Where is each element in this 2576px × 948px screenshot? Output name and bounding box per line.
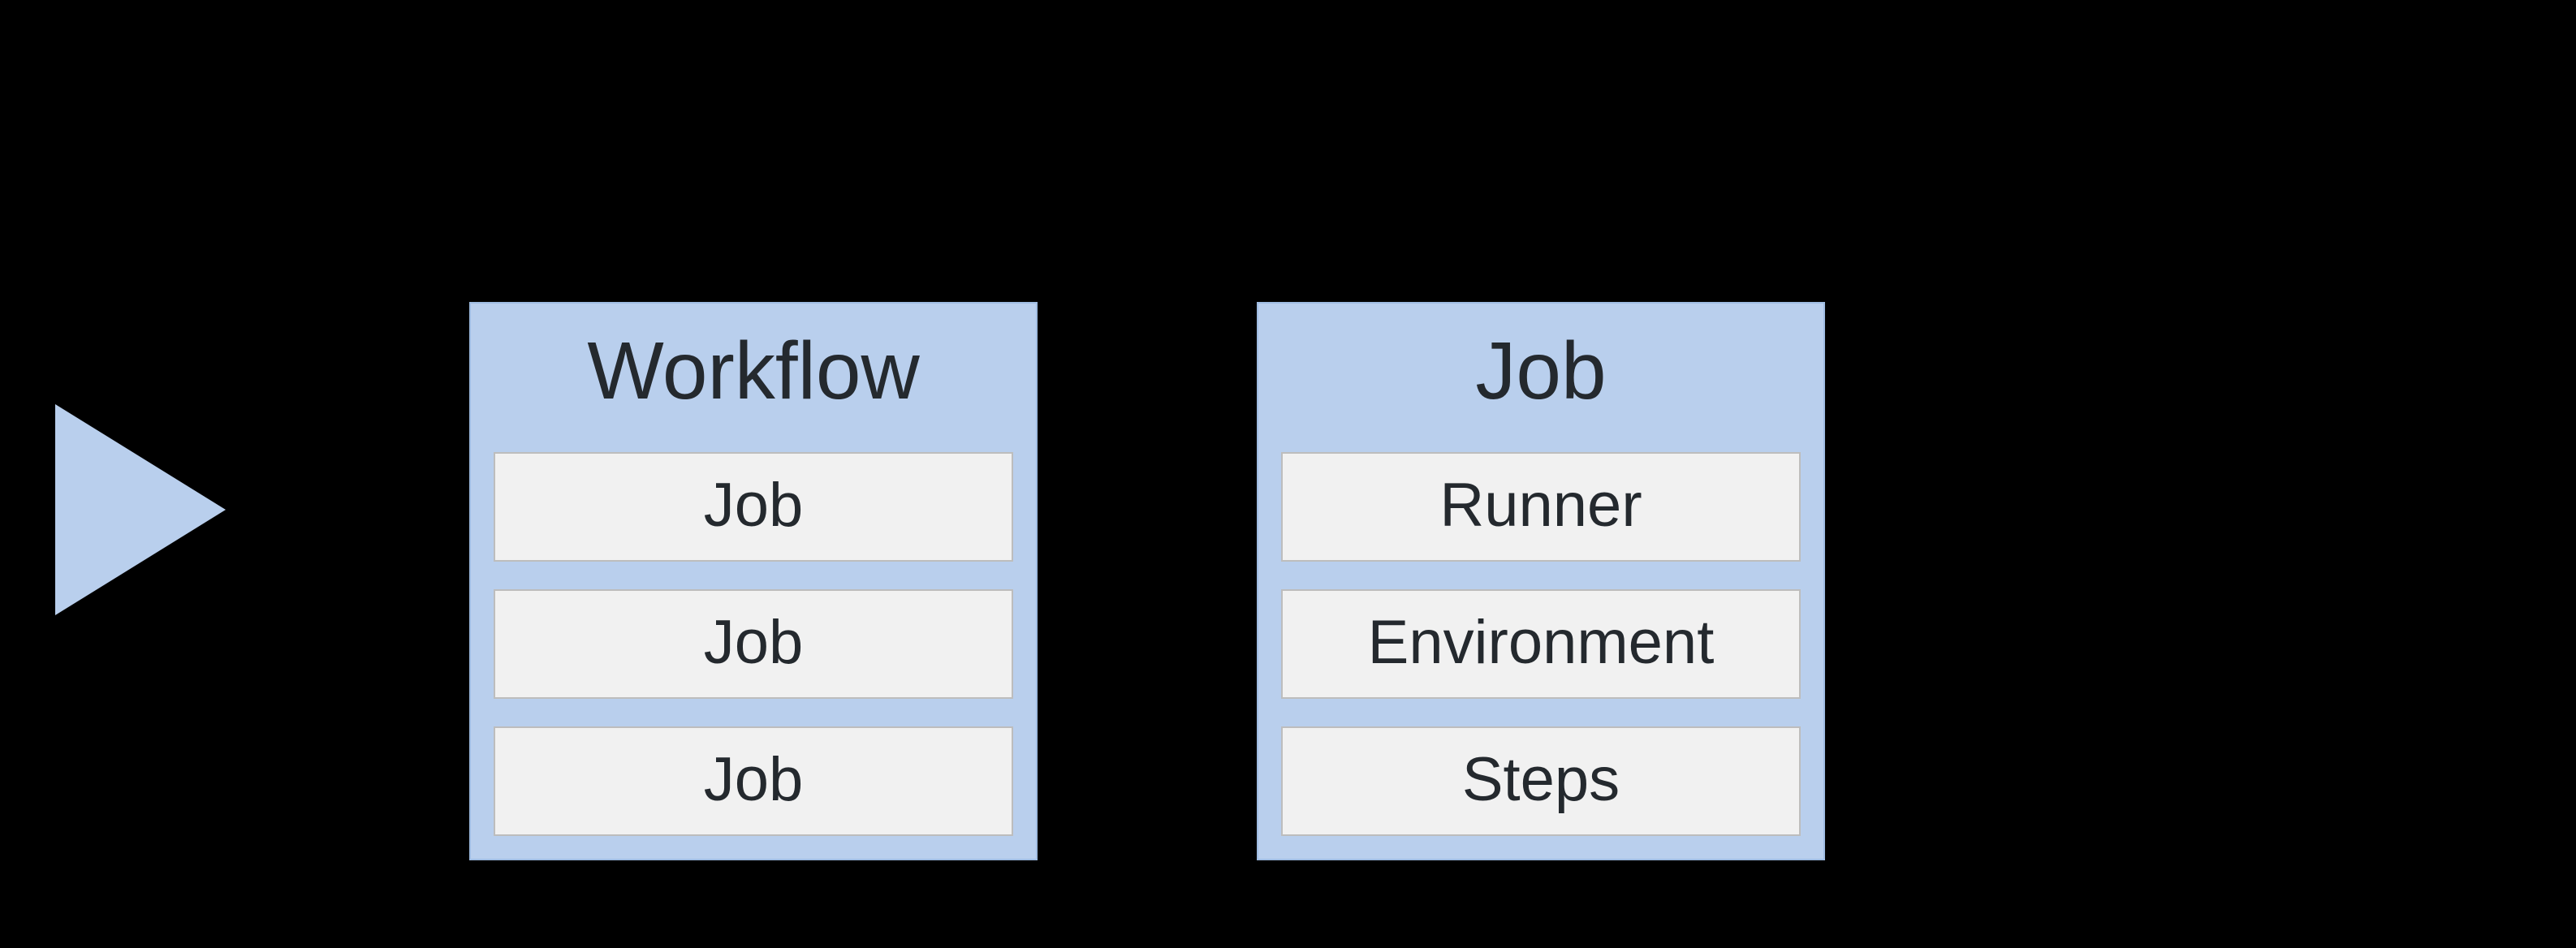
workflow-title: Workflow [494,320,1013,429]
job-items: Runner Environment Steps [1281,452,1801,836]
play-trigger-icon [55,404,226,615]
workflow-item: Job [494,452,1013,562]
workflow-panel: Workflow Job Job Job [469,302,1038,860]
workflow-item: Job [494,726,1013,836]
job-title: Job [1281,320,1801,429]
job-panel: Job Runner Environment Steps [1257,302,1825,860]
workflow-items: Job Job Job [494,452,1013,836]
diagram-stage: Workflow Job Job Job Job Runner Environm… [0,0,2576,948]
job-item-environment: Environment [1281,589,1801,699]
connector-line [1042,500,1115,505]
workflow-item: Job [494,589,1013,699]
job-item-steps: Steps [1281,726,1801,836]
job-item-runner: Runner [1281,452,1801,562]
